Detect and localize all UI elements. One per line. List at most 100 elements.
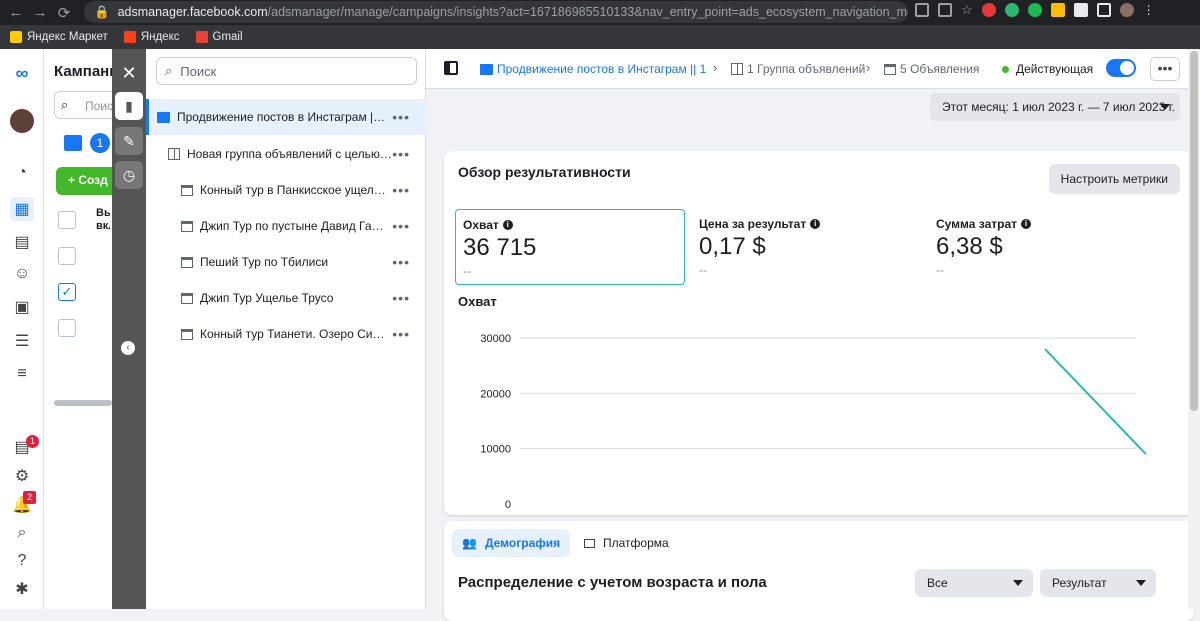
row-checkbox-selected[interactable]: ✓ (58, 283, 76, 301)
info-icon[interactable]: i (502, 220, 513, 230)
url-host: adsmanager.facebook.com (117, 5, 268, 19)
metric-delta: -- (463, 264, 471, 278)
bug-report-icon[interactable]: ✱ (10, 577, 34, 601)
breadcrumb-campaign[interactable]: Продвижение постов в Инстаграм || 18 - 6 (480, 62, 707, 76)
insights-icon[interactable]: ▮ (115, 92, 143, 120)
tree-adset-item[interactable]: Новая группа объявлений с целью "У... ••… (146, 136, 426, 172)
chevron-right-icon: › (866, 60, 871, 75)
sidepanel-icon[interactable] (1096, 3, 1111, 17)
address-bar[interactable]: 🔒 adsmanager.facebook.com/adsmanager/man… (84, 1, 908, 23)
y-tick-label: 10000 (480, 444, 511, 456)
metric-dropdown[interactable]: Результат (1040, 569, 1156, 597)
ad-icon (181, 328, 193, 340)
star-icon[interactable]: ☆ (961, 3, 973, 17)
collapse-chevron-icon[interactable]: ‹ (121, 341, 135, 355)
audiences-icon[interactable]: ☺ (10, 262, 34, 286)
row-checkbox[interactable] (58, 319, 76, 337)
close-panel-icon[interactable]: ✕ (115, 59, 143, 87)
tab-platform[interactable]: Платформа (574, 529, 679, 557)
edit-icon[interactable]: ✎ (115, 127, 143, 155)
tree-ad-item[interactable]: Конный тур в Панкисское ущелье. ... ••• (146, 172, 426, 208)
menu-icon[interactable]: ⋮ (1143, 3, 1155, 17)
dashboard-icon[interactable]: ◔ (10, 161, 34, 185)
scrollbar-thumb[interactable] (1190, 51, 1198, 411)
account-avatar[interactable] (10, 109, 34, 133)
tree-ad-item[interactable]: Конный тур Тианети. Озеро Сиони ••• (146, 316, 426, 352)
ad-icon (884, 63, 896, 75)
reload-icon[interactable]: ⟳ (52, 4, 76, 22)
vertical-scrollbar[interactable] (1188, 49, 1200, 609)
drive-icon[interactable] (1050, 3, 1065, 17)
share-icon[interactable] (938, 3, 952, 17)
extension-red-icon[interactable] (981, 3, 996, 17)
meta-logo-icon[interactable]: ∞ (10, 61, 34, 85)
more-icon[interactable]: ••• (392, 182, 410, 198)
campaign-toggle[interactable] (1106, 59, 1136, 77)
x-tick-label: 2 июл (626, 510, 656, 511)
campaign-tree-panel: ⌕ Поиск Продвижение постов в Инстаграм |… (146, 49, 426, 609)
tree-ad-item[interactable]: Пеший Тур по Тбилиси ••• (146, 244, 426, 280)
tree-ad-item[interactable]: Джип Тур Ущелье Трусо ••• (146, 280, 426, 316)
extension-green-icon[interactable] (1004, 3, 1019, 17)
sidebar-toggle-icon[interactable] (444, 61, 458, 75)
metric-cost-per-result[interactable]: Цена за результат i 0,17 $ -- (692, 209, 922, 285)
more-icon[interactable]: ••• (392, 326, 410, 342)
tree-search-input[interactable]: ⌕ Поиск (156, 57, 417, 85)
folder-icon (157, 111, 170, 123)
catalog-icon[interactable]: ▣ (10, 295, 34, 319)
row-checkbox[interactable] (58, 247, 76, 265)
metric-amount-spent[interactable]: Сумма затрат i 6,38 $ -- (929, 209, 1159, 285)
settings-icon[interactable]: ⚙ (10, 464, 34, 488)
all-tools-icon[interactable]: ≡ (10, 362, 34, 386)
profile-avatar[interactable] (1119, 3, 1134, 17)
metric-reach[interactable]: Охват i 36 715 -- (455, 209, 685, 285)
history-icon[interactable]: ◷ (115, 161, 143, 189)
download-icon[interactable] (915, 3, 929, 17)
platform-icon (584, 538, 595, 548)
back-icon[interactable]: ← (4, 4, 28, 21)
account-count-badge[interactable]: 1 (90, 133, 110, 153)
tab-demographics[interactable]: 👥 Демография (452, 529, 571, 557)
breadcrumb-adsets[interactable]: 1 Группа объявлений (731, 62, 865, 76)
folder-icon (480, 63, 493, 75)
x-tick-label: 4 июл (828, 510, 858, 511)
more-options-button[interactable]: ••• (1150, 57, 1180, 81)
more-icon[interactable]: ••• (392, 290, 410, 306)
bookmark-yandex-market[interactable]: Яндекс Маркет (10, 31, 108, 43)
extension-green2-icon[interactable] (1027, 3, 1042, 17)
more-icon[interactable]: ••• (392, 146, 410, 162)
account-icon[interactable] (64, 135, 82, 151)
bookmark-yandex[interactable]: Яндекс (123, 31, 180, 43)
performance-overview-card: Обзор результативности Настроить метрики… (444, 151, 1194, 515)
reports-icon[interactable]: ▤ (10, 230, 34, 254)
more-icon[interactable]: ••• (392, 218, 410, 234)
search-icon[interactable]: ⌕ (10, 521, 34, 545)
info-icon[interactable]: i (810, 219, 821, 229)
breadcrumb-ads[interactable]: 5 Объявления (884, 62, 979, 76)
breakdown-card: 👥 Демография Платформа Распределение с у… (444, 521, 1194, 621)
forward-icon[interactable]: → (28, 4, 52, 21)
info-icon[interactable]: i (1021, 219, 1032, 229)
horizontal-scrollbar[interactable] (54, 400, 112, 406)
help-icon[interactable]: ? (10, 549, 34, 573)
billing-icon[interactable]: ☰ (10, 329, 34, 353)
browser-toolbar: ← → ⟳ 🔒 adsmanager.facebook.com/adsmanag… (0, 0, 1200, 25)
configure-metrics-button[interactable]: Настроить метрики (1048, 164, 1180, 194)
more-icon[interactable]: ••• (392, 109, 410, 125)
puzzle-icon[interactable] (1073, 3, 1088, 17)
select-all-checkbox[interactable] (58, 211, 76, 229)
yandex-icon (123, 31, 136, 43)
breakdown-title: Распределение с учетом возраста и пола (458, 574, 767, 591)
tree-ad-item[interactable]: Джип Тур по пустыне Давид Гарид... ••• (146, 208, 426, 244)
filter-dropdown[interactable]: Все (915, 569, 1033, 597)
status-dot-icon (1002, 65, 1009, 73)
reach-line-chart: 0 10000 20000 30000 1 июл 2 июл 3 июл 4 июл 5 ию… (480, 333, 1160, 511)
more-icon[interactable]: ••• (392, 254, 410, 270)
bookmark-gmail[interactable]: Gmail (195, 31, 243, 43)
campaigns-icon[interactable]: ▦ (10, 197, 34, 221)
chevron-right-icon: › (713, 60, 718, 75)
date-range-picker[interactable]: Этот месяц: 1 июл 2023 г. — 7 июл 2023 г… (930, 93, 1180, 121)
search-icon: ⌕ (165, 63, 173, 78)
alerts-badge: 2 (23, 491, 36, 504)
tree-campaign-item[interactable]: Продвижение постов в Инстаграм || 18 ...… (146, 99, 426, 135)
